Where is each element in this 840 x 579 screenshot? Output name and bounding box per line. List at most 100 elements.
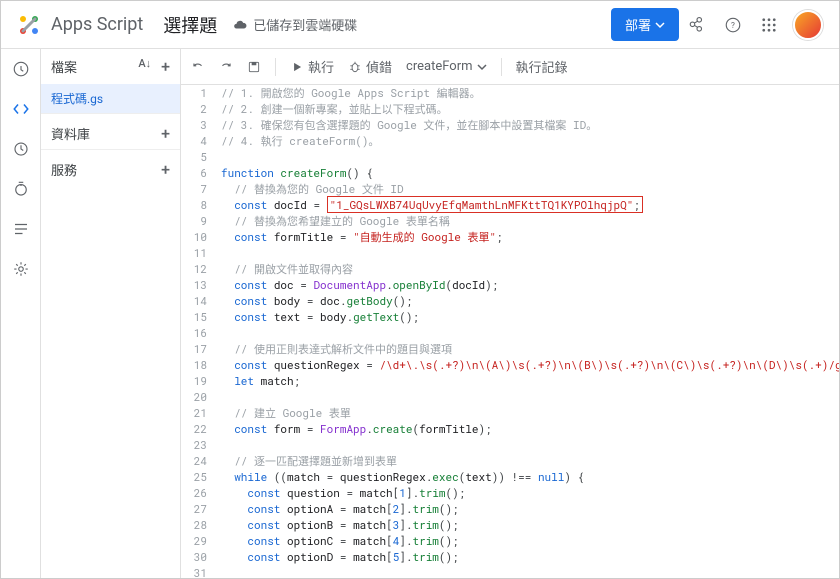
libraries-section-header: 資料庫 + [41, 113, 180, 149]
rail-editor[interactable] [9, 97, 33, 121]
code-line[interactable]: 22 const form = FormApp.create(formTitle… [181, 421, 839, 437]
code-line[interactable]: 15 const text = body.getText(); [181, 309, 839, 325]
code-line[interactable]: 14 const body = doc.getBody(); [181, 293, 839, 309]
code-content: const questionRegex = /\d+\.\s(.+?)\n\(A… [217, 357, 839, 373]
code-line[interactable]: 16 [181, 325, 839, 341]
redo-button[interactable] [219, 60, 233, 74]
save-button[interactable] [247, 60, 261, 74]
file-item[interactable]: 程式碼.gs [41, 84, 180, 113]
apps-script-logo[interactable]: Apps Script [17, 13, 143, 37]
line-number: 15 [181, 309, 217, 325]
line-number: 27 [181, 501, 217, 517]
code-line[interactable]: 7 // 替換為您的 Google 文件 ID [181, 181, 839, 197]
add-file-button[interactable]: + [161, 57, 170, 76]
code-line[interactable]: 2// 2. 創建一個新專案，並貼上以下程式碼。 [181, 101, 839, 117]
project-title[interactable]: 選擇題 [163, 12, 217, 38]
deploy-button[interactable]: 部署 [611, 8, 679, 41]
line-number: 24 [181, 453, 217, 469]
code-line[interactable]: 24 // 逐一匹配選擇題並新增到表單 [181, 453, 839, 469]
avatar[interactable] [793, 10, 823, 40]
cloud-icon [233, 18, 247, 32]
line-number: 11 [181, 245, 217, 261]
code-line[interactable]: 8 const docId = "1_GQsLWXB74UqUvyEfqMamt… [181, 197, 839, 213]
code-line[interactable]: 10 const formTitle = "自動生成的 Google 表單"; [181, 229, 839, 245]
execution-log-button[interactable]: 執行記錄 [516, 57, 568, 76]
save-status-text: 已儲存到雲端硬碟 [253, 15, 357, 34]
code-line[interactable]: 9 // 替換為您希望建立的 Google 表單名稱 [181, 213, 839, 229]
rail-settings[interactable] [9, 257, 33, 281]
help-button[interactable]: ? [715, 7, 751, 43]
code-content: const docId = "1_GQsLWXB74UqUvyEfqMamthL… [217, 197, 839, 213]
line-number: 26 [181, 485, 217, 501]
logo-icon [17, 13, 41, 37]
code-line[interactable]: 4// 4. 執行 createForm()。 [181, 133, 839, 149]
apps-grid-icon [760, 16, 778, 34]
code-line[interactable]: 1// 1. 開啟您的 Google Apps Script 編輯器。 [181, 85, 839, 101]
code-line[interactable]: 19 let match; [181, 373, 839, 389]
line-number: 18 [181, 357, 217, 373]
line-number: 1 [181, 85, 217, 101]
debug-button[interactable]: 偵錯 [348, 57, 392, 76]
code-line[interactable]: 30 const optionD = match[5].trim(); [181, 549, 839, 565]
code-content: // 使用正則表達式解析文件中的題目與選項 [217, 341, 839, 357]
undo-button[interactable] [191, 60, 205, 74]
file-panel: 檔案 A↓ + 程式碼.gs 資料庫 + 服務 + [41, 49, 181, 578]
code-line[interactable]: 11 [181, 245, 839, 261]
rail-executions[interactable] [9, 177, 33, 201]
services-header-label: 服務 [51, 160, 77, 179]
code-content: const text = body.getText(); [217, 309, 839, 325]
editor-toolbar: 執行 偵錯 createForm 執行記錄 [181, 49, 839, 85]
code-line[interactable]: 20 [181, 389, 839, 405]
code-line[interactable]: 12 // 開啟文件並取得內容 [181, 261, 839, 277]
code-line[interactable]: 23 [181, 437, 839, 453]
services-section-header: 服務 + [41, 149, 180, 185]
code-line[interactable]: 21 // 建立 Google 表單 [181, 405, 839, 421]
rail-overview[interactable] [9, 57, 33, 81]
code-content: // 替換為您希望建立的 Google 表單名稱 [217, 213, 839, 229]
code-content: // 3. 確保您有包含選擇題的 Google 文件，並在腳本中設置其檔案 ID… [217, 117, 839, 133]
rail-list[interactable] [9, 217, 33, 241]
topbar: Apps Script 選擇題 已儲存到雲端硬碟 部署 ? [1, 1, 839, 49]
code-content: const question = match[1].trim(); [217, 485, 839, 501]
apps-menu-button[interactable] [751, 7, 787, 43]
code-line[interactable]: 13 const doc = DocumentApp.openById(docI… [181, 277, 839, 293]
code-line[interactable]: 31 [181, 565, 839, 578]
code-line[interactable]: 3// 3. 確保您有包含選擇題的 Google 文件，並在腳本中設置其檔案 I… [181, 117, 839, 133]
line-number: 21 [181, 405, 217, 421]
code-content: // 建立 Google 表單 [217, 405, 839, 421]
line-number: 25 [181, 469, 217, 485]
code-content [217, 565, 839, 578]
code-line[interactable]: 27 const optionA = match[2].trim(); [181, 501, 839, 517]
add-library-button[interactable]: + [161, 124, 170, 143]
line-number: 23 [181, 437, 217, 453]
code-line[interactable]: 28 const optionB = match[3].trim(); [181, 517, 839, 533]
code-line[interactable]: 25 while ((match = questionRegex.exec(te… [181, 469, 839, 485]
line-number: 4 [181, 133, 217, 149]
editor-area: 執行 偵錯 createForm 執行記錄 1// 1. 開啟您的 Google… [181, 49, 839, 578]
code-content: // 1. 開啟您的 Google Apps Script 編輯器。 [217, 85, 839, 101]
bug-icon [348, 60, 362, 74]
code-line[interactable]: 26 const question = match[1].trim(); [181, 485, 839, 501]
code-line[interactable]: 6function createForm() { [181, 165, 839, 181]
code-content: const body = doc.getBody(); [217, 293, 839, 309]
line-number: 10 [181, 229, 217, 245]
line-number: 14 [181, 293, 217, 309]
run-button[interactable]: 執行 [290, 57, 334, 76]
share-button[interactable] [679, 7, 715, 43]
code-editor[interactable]: 1// 1. 開啟您的 Google Apps Script 編輯器。2// 2… [181, 85, 839, 578]
code-line[interactable]: 29 const optionC = match[4].trim(); [181, 533, 839, 549]
play-icon [290, 60, 304, 74]
libraries-header-label: 資料庫 [51, 124, 90, 143]
deploy-label: 部署 [625, 15, 651, 34]
code-content: while ((match = questionRegex.exec(text)… [217, 469, 839, 485]
svg-text:?: ? [731, 21, 735, 31]
function-select[interactable]: createForm [406, 59, 486, 74]
line-number: 9 [181, 213, 217, 229]
code-line[interactable]: 18 const questionRegex = /\d+\.\s(.+?)\n… [181, 357, 839, 373]
code-line[interactable]: 5 [181, 149, 839, 165]
sort-icon[interactable]: A↓ [138, 57, 151, 76]
code-line[interactable]: 17 // 使用正則表達式解析文件中的題目與選項 [181, 341, 839, 357]
line-number: 8 [181, 197, 217, 213]
rail-triggers[interactable] [9, 137, 33, 161]
add-service-button[interactable]: + [161, 160, 170, 179]
